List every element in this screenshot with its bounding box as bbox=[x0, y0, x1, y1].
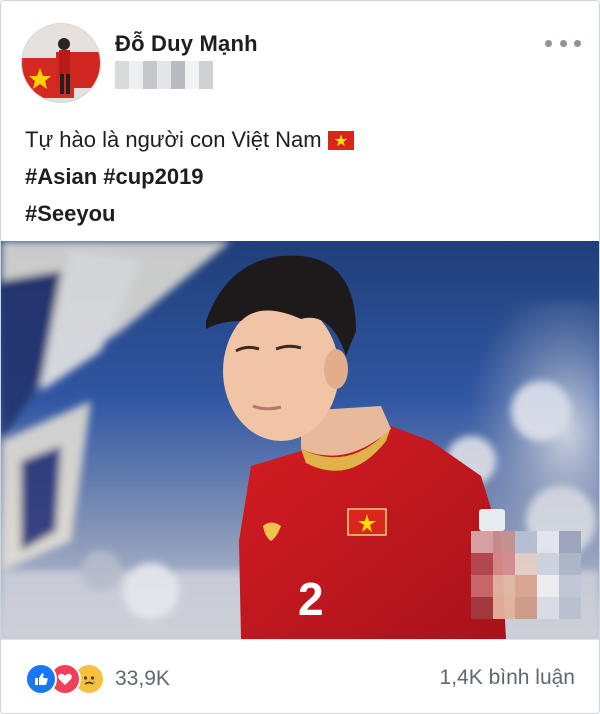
post-text: Tự hào là người con Việt Nam #Asian #cup… bbox=[25, 121, 575, 232]
more-dot-icon bbox=[545, 39, 552, 47]
post-card: Đỗ Duy Mạnh Tự hào là người con Việt Nam… bbox=[0, 0, 600, 714]
comments-count-link[interactable]: 1,4K bình luận bbox=[440, 666, 575, 690]
reaction-count: 33,9K bbox=[115, 667, 170, 690]
post-text-line: Tự hào là người con Việt Nam bbox=[25, 121, 575, 158]
more-dot-icon bbox=[574, 39, 581, 47]
post-caption: Tự hào là người con Việt Nam bbox=[25, 127, 322, 152]
player-photo-illustration: 2 bbox=[1, 241, 599, 639]
post-meta-blurred bbox=[115, 61, 215, 89]
like-icon bbox=[25, 663, 57, 695]
vietnam-flag-icon bbox=[327, 131, 354, 150]
post-footer: 33,9K 1,4K bình luận bbox=[1, 639, 599, 713]
avatar-image bbox=[22, 24, 100, 102]
post-photo[interactable]: 2 bbox=[1, 241, 599, 639]
more-dot-icon bbox=[559, 39, 567, 47]
avatar[interactable] bbox=[21, 23, 101, 103]
jersey-number: 2 bbox=[298, 573, 324, 625]
more-options-button[interactable] bbox=[545, 33, 581, 53]
hashtag-seeyou[interactable]: #Seeyou bbox=[25, 195, 575, 232]
post-header: Đỗ Duy Mạnh bbox=[1, 1, 599, 111]
hashtags-line[interactable]: #Asian #cup2019 bbox=[25, 158, 575, 195]
reactions-summary[interactable]: 33,9K bbox=[25, 663, 170, 695]
author-name[interactable]: Đỗ Duy Mạnh bbox=[115, 31, 258, 57]
